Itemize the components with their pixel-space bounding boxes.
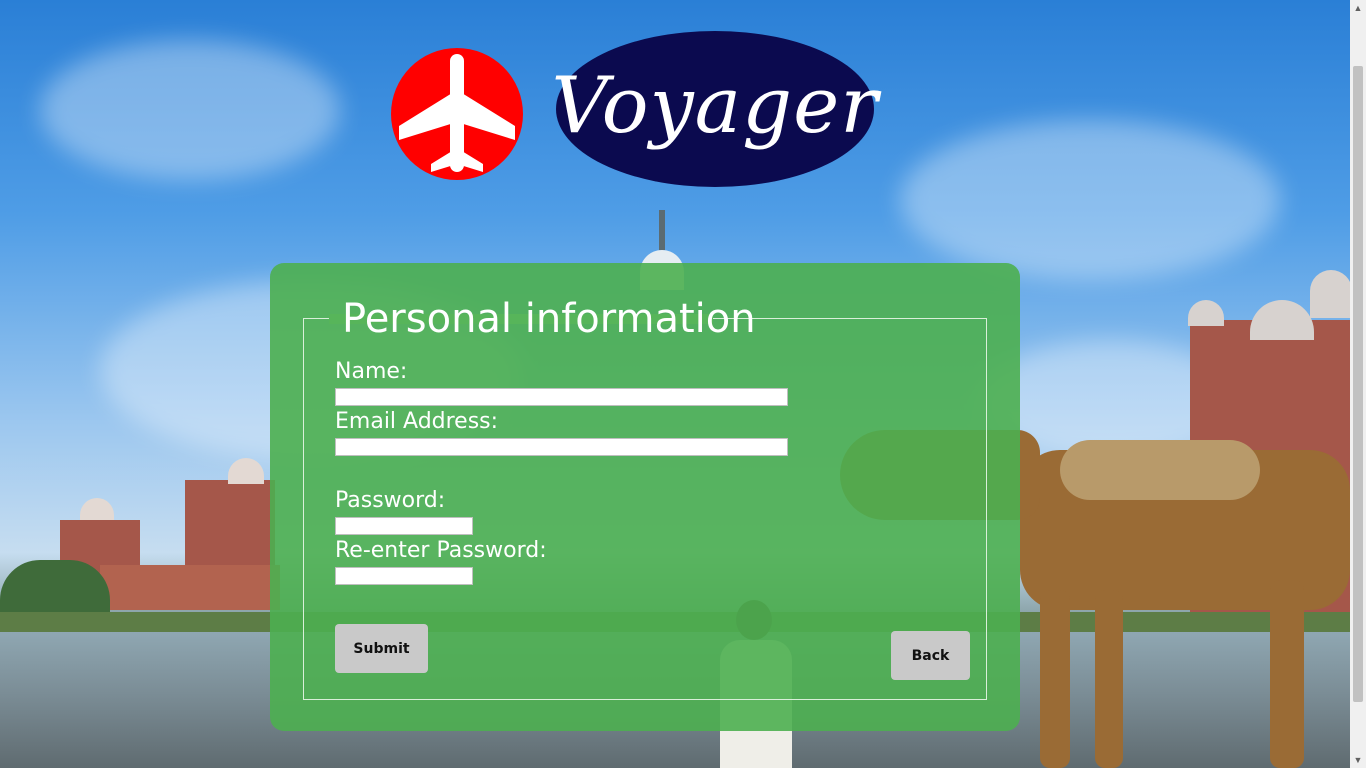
dome: [1188, 300, 1224, 326]
dome: [80, 498, 114, 520]
dome: [228, 458, 264, 484]
back-button[interactable]: Back: [891, 631, 970, 680]
dome: [1250, 300, 1314, 340]
name-input[interactable]: [335, 388, 788, 406]
password-label: Password:: [335, 488, 446, 513]
trees: [0, 560, 110, 620]
submit-button[interactable]: Submit: [335, 624, 428, 673]
triangle-up-icon[interactable]: ▲: [1350, 0, 1366, 16]
camel-saddle: [1060, 440, 1260, 500]
scrollbar-thumb[interactable]: [1353, 66, 1363, 702]
airplane-icon: [399, 54, 515, 172]
airplane-logo: [391, 48, 523, 180]
vertical-scrollbar[interactable]: ▲ ▼: [1350, 0, 1366, 768]
reenter-password-label: Re-enter Password:: [335, 538, 547, 563]
email-label: Email Address:: [335, 409, 499, 434]
fort-wall: [100, 565, 280, 610]
camel-leg: [1095, 590, 1123, 768]
brand-logo: Voyager: [551, 31, 878, 187]
brand-name: Voyager: [551, 61, 879, 151]
triangle-down-icon[interactable]: ▼: [1350, 752, 1366, 768]
spire: [659, 210, 665, 250]
name-label: Name:: [335, 359, 408, 384]
password-input[interactable]: [335, 517, 473, 535]
camel-leg: [1040, 590, 1070, 768]
camel-leg: [1270, 580, 1304, 768]
reenter-password-input[interactable]: [335, 567, 473, 585]
email-input[interactable]: [335, 438, 788, 456]
cloud: [900, 120, 1280, 280]
form-legend: Personal information: [342, 296, 756, 342]
cloud: [40, 40, 340, 180]
dome: [1310, 270, 1350, 318]
